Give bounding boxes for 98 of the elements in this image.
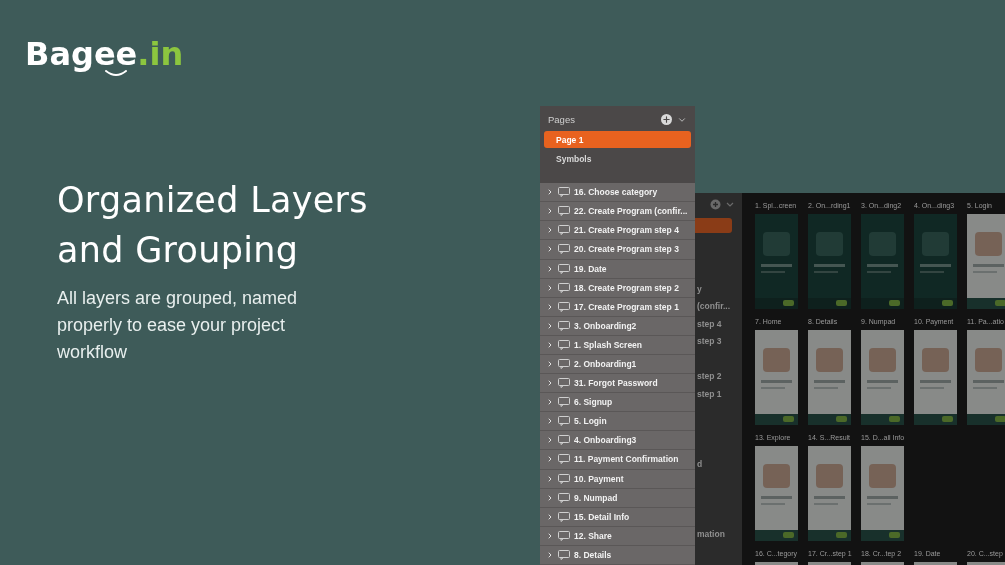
artboard-icon: [558, 549, 570, 560]
layer-name: 6. Signup: [574, 397, 613, 408]
chevron-right-icon[interactable]: [546, 512, 554, 521]
add-icon: [710, 199, 736, 210]
artboard-icon: [558, 339, 570, 350]
layer-name: 16. Choose category: [574, 187, 658, 198]
headline: Organized Layers and Grouping: [57, 179, 369, 272]
artboard-icon: [558, 454, 570, 465]
layer-row[interactable]: 15. Detail Info: [540, 507, 695, 527]
layer-name: 31. Forgot Password: [574, 378, 658, 389]
logo-suffix: .in: [137, 36, 184, 72]
artboard-icon: [558, 282, 570, 293]
layer-name: step 4: [697, 318, 722, 329]
layer-name: step 2: [697, 371, 722, 382]
description: All layers are grouped, named properly to ease your project workflow: [57, 287, 299, 364]
layer-name: 20. Create Program step 3: [574, 244, 679, 255]
artboard-icon: [558, 320, 570, 331]
layer-row[interactable]: 5. Login: [540, 412, 695, 432]
chevron-right-icon[interactable]: [546, 340, 554, 349]
layer-name: 5. Login: [574, 416, 607, 427]
layer-name: 18. Create Program step 2: [574, 282, 679, 293]
layer-row[interactable]: 10. Payment: [540, 469, 695, 489]
chevron-right-icon[interactable]: [546, 398, 554, 407]
layer-row[interactable]: 17. Create Program step 1: [540, 297, 695, 317]
layer-name: 8. Details: [574, 549, 612, 560]
artboard-icon: [558, 511, 570, 522]
logo-wordmark: Bagee: [25, 36, 138, 72]
layer-name: 3. Onboarding2: [574, 320, 637, 331]
layer-row[interactable]: 12. Share: [540, 526, 695, 546]
chevron-right-icon[interactable]: [546, 493, 554, 502]
layer-name: 10. Payment: [574, 473, 624, 484]
chevron-right-icon[interactable]: [546, 531, 554, 540]
layer-row[interactable]: 16. Choose category: [540, 183, 695, 203]
layer-row[interactable]: 31. Forgot Password: [540, 374, 695, 394]
layer-name: step 3: [697, 336, 722, 347]
chevron-right-icon[interactable]: [546, 474, 554, 483]
layer-row[interactable]: 1. Splash Screen: [540, 335, 695, 355]
chevron-right-icon[interactable]: [546, 226, 554, 235]
layer-name: mation: [697, 528, 725, 539]
smile-icon: [105, 70, 127, 77]
chevron-right-icon[interactable]: [546, 417, 554, 426]
layer-row[interactable]: 22. Create Program (confir...: [540, 202, 695, 222]
chevron-right-icon[interactable]: [546, 207, 554, 216]
chevron-right-icon[interactable]: [546, 188, 554, 197]
artboard-icon: [558, 187, 570, 198]
artboard-icon: [558, 397, 570, 408]
layer-row[interactable]: 19. Date: [540, 259, 695, 279]
layer-row[interactable]: 3. Onboarding2: [540, 316, 695, 336]
layer-row[interactable]: 8. Details: [540, 545, 695, 565]
chevron-right-icon[interactable]: [546, 550, 554, 559]
layer-name: d: [697, 458, 703, 469]
artboard-icon: [558, 301, 570, 312]
chevron-right-icon[interactable]: [546, 455, 554, 464]
artboard-icon: [558, 492, 570, 503]
layer-name: 1. Splash Screen: [574, 339, 643, 350]
chevron-right-icon[interactable]: [546, 321, 554, 330]
layer-name: 15. Detail Info: [574, 511, 630, 522]
layer-name: 17. Create Program step 1: [574, 301, 679, 312]
chevron-right-icon[interactable]: [546, 360, 554, 368]
artboard-icon: [558, 473, 570, 484]
panel-title: Pages: [548, 114, 576, 125]
layer-name: 21. Create Program step 4: [574, 225, 679, 236]
chevron-right-icon[interactable]: [546, 264, 554, 273]
artboard-icon: [558, 244, 570, 255]
layer-name: step 1: [697, 388, 722, 399]
layer-name: 9. Numpad: [574, 492, 618, 503]
artboard-icon: [558, 435, 570, 446]
layer-row[interactable]: 9. Numpad: [540, 488, 695, 508]
layer-row[interactable]: 11. Payment Confirmation: [540, 450, 695, 470]
chevron-right-icon[interactable]: [546, 436, 554, 445]
chevron-right-icon[interactable]: [546, 283, 554, 292]
layer-name: 2. Onboarding1: [574, 359, 637, 369]
artboard-icon: [558, 225, 570, 236]
page-item[interactable]: Symbols: [544, 150, 691, 167]
chevron-right-icon[interactable]: [546, 245, 554, 254]
artboard-icon: [558, 378, 570, 389]
page-item[interactable]: Page 1: [544, 131, 691, 148]
add-page-button[interactable]: [661, 114, 672, 125]
artboard-icon: [558, 263, 570, 274]
layer-name: 11. Payment Confirmation: [574, 454, 679, 465]
chevron-right-icon[interactable]: [546, 379, 554, 388]
artboard-icon: [558, 206, 570, 217]
artboard-icon: [558, 416, 570, 427]
artboard-icon: [558, 530, 570, 541]
layer-row[interactable]: 4. Onboarding3: [540, 431, 695, 451]
layer-row[interactable]: 18. Create Program step 2: [540, 278, 695, 298]
layer-name: (confir...: [697, 301, 731, 312]
layer-name: 22. Create Program (confir...: [574, 206, 688, 217]
layer-name: y: [697, 283, 702, 294]
layer-name: 4. Onboarding3: [574, 435, 637, 446]
chevron-right-icon[interactable]: [546, 302, 554, 311]
layer-row[interactable]: 20. Create Program step 3: [540, 240, 695, 260]
layer-name: 12. Share: [574, 530, 612, 541]
layer-row[interactable]: 2. Onboarding1: [540, 354, 695, 375]
layer-row[interactable]: 21. Create Program step 4: [540, 221, 695, 241]
layer-name: 19. Date: [574, 263, 607, 274]
layer-row[interactable]: 6. Signup: [540, 393, 695, 413]
artboard-icon: [558, 359, 570, 369]
